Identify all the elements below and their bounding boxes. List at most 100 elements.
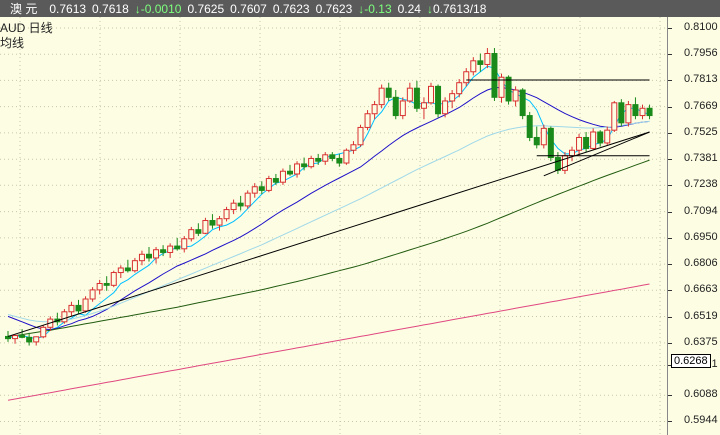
candle-body xyxy=(547,127,554,159)
quote-value: 0.7607 xyxy=(230,1,267,16)
candle-body xyxy=(576,136,583,151)
candle-body xyxy=(117,267,124,274)
candle-body xyxy=(597,131,604,144)
candle-body xyxy=(265,178,272,191)
candle-body xyxy=(336,157,343,164)
candle-body xyxy=(428,85,434,104)
tick-mark xyxy=(668,132,672,134)
candle-body xyxy=(526,115,533,138)
candle-body xyxy=(216,218,223,226)
candle-body xyxy=(371,104,378,115)
candle-body xyxy=(519,89,526,117)
candle-body xyxy=(569,149,575,157)
tick-label: 0.7381 xyxy=(684,152,718,165)
candle-body xyxy=(540,127,547,146)
candle-body xyxy=(40,326,47,338)
tick-label: 0.7813 xyxy=(684,73,718,86)
candle-body xyxy=(202,220,209,234)
candle-body xyxy=(618,102,625,124)
candle-body xyxy=(188,229,195,240)
candle-body xyxy=(181,238,188,250)
tick-label: 0.6806 xyxy=(684,257,718,270)
tick-mark xyxy=(668,342,672,344)
candle-body xyxy=(512,89,519,102)
candle-body xyxy=(89,289,96,300)
tick-mark xyxy=(668,159,672,161)
tick-label: 0.6663 xyxy=(684,283,718,296)
candle-body xyxy=(505,76,512,102)
candle-body xyxy=(590,131,597,149)
price-axis: 0.8100 0.7956 0.7813 0.7669 0.7525 0.7381 0.72… xyxy=(667,17,720,435)
candle-body xyxy=(244,192,251,207)
candle-body xyxy=(604,129,611,144)
candle-body xyxy=(5,335,11,340)
candle-body xyxy=(350,144,357,151)
tick-label: 0.5944 xyxy=(684,414,718,427)
tick-mark xyxy=(668,316,672,318)
ma-mid-line xyxy=(7,86,650,331)
tick-mark xyxy=(668,80,672,82)
quote-change: -0.0010 xyxy=(140,1,182,16)
tick-mark xyxy=(668,290,672,292)
candle-body xyxy=(195,229,202,234)
candle-body xyxy=(230,202,237,211)
candle-body xyxy=(167,245,174,253)
tick-label: 0.6375 xyxy=(684,335,718,348)
chart-window: 澳 元 0.7613 0.7618 ↓ -0.0010 0.7625 0.760… xyxy=(0,0,720,435)
candle-body xyxy=(96,282,103,291)
candle-body xyxy=(470,60,477,73)
candle-body xyxy=(420,102,427,109)
candle-body xyxy=(131,260,138,272)
tick-mark xyxy=(668,54,672,56)
candle-body xyxy=(124,267,131,272)
tick-mark xyxy=(668,237,672,239)
candle-body xyxy=(68,304,75,313)
tick-label: 0.7094 xyxy=(684,204,718,217)
tick-mark xyxy=(668,106,672,108)
tick-label: 0.8100 xyxy=(684,20,718,33)
quote-value: 0.7625 xyxy=(187,1,225,16)
tick-label: 0.7238 xyxy=(684,178,718,191)
candle-body xyxy=(153,249,160,259)
candle-body xyxy=(625,104,632,124)
quote-last: 0.7613/18 xyxy=(432,1,487,16)
candle-body xyxy=(343,149,350,164)
tick-label: 0.7956 xyxy=(684,47,718,60)
candle-body xyxy=(146,253,152,259)
legend-indicator: 均线 xyxy=(0,36,25,50)
legend-symbol: AUD 日线 xyxy=(0,21,53,35)
price-chart[interactable] xyxy=(0,17,667,435)
candle-body xyxy=(301,163,308,168)
candle-body xyxy=(322,154,329,162)
candle-body xyxy=(491,53,498,98)
tick-mark xyxy=(668,395,672,397)
candle-body xyxy=(533,136,540,146)
candle-body xyxy=(477,60,484,65)
candle-body xyxy=(12,335,19,340)
candle-body xyxy=(287,170,293,175)
ma-longest-line xyxy=(7,283,650,401)
candle-body xyxy=(611,102,618,131)
candle-body xyxy=(61,311,68,323)
tick-label: 0.6519 xyxy=(684,309,718,322)
quote-value: 0.24 xyxy=(397,1,421,16)
candle-body xyxy=(26,336,33,343)
candle-body xyxy=(378,87,385,106)
quote-value: 0.7623 xyxy=(315,1,353,16)
chart-legend: AUD 日线 均线 xyxy=(0,21,53,51)
candle-body xyxy=(174,245,181,250)
candle-body xyxy=(75,304,82,312)
candle-body xyxy=(138,253,145,262)
tick-label: 0.6950 xyxy=(684,230,718,243)
candle-body xyxy=(385,87,392,98)
trend-line xyxy=(543,131,650,177)
candle-body xyxy=(646,107,653,117)
candle-body xyxy=(583,136,590,149)
candle-body xyxy=(110,272,117,286)
candle-body xyxy=(357,126,364,146)
candle-body xyxy=(209,220,216,226)
candle-body xyxy=(392,96,399,117)
quote-change-pct: -0.13 xyxy=(364,1,392,16)
quote-bar: 澳 元 0.7613 0.7618 ↓ -0.0010 0.7625 0.760… xyxy=(0,0,720,17)
tick-mark xyxy=(668,185,672,187)
